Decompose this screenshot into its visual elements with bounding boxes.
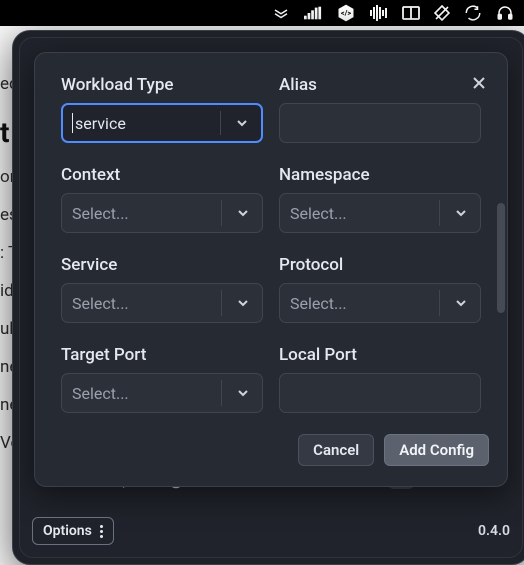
field-target-port: Target Port Select... xyxy=(61,345,263,413)
sound-bars-icon[interactable] xyxy=(370,5,388,21)
field-local-port: Local Port xyxy=(279,345,481,413)
diamond-off-icon[interactable] xyxy=(434,5,450,21)
label-protocol: Protocol xyxy=(279,255,481,275)
badge-icon[interactable] xyxy=(272,4,290,22)
cellular-icon[interactable] xyxy=(304,6,322,20)
field-context: Context Select... xyxy=(61,165,263,233)
label-namespace: Namespace xyxy=(279,165,481,185)
close-icon xyxy=(471,75,487,91)
close-button[interactable] xyxy=(467,71,491,95)
select-protocol[interactable]: Select... xyxy=(279,283,481,323)
select-workload-type[interactable]: service xyxy=(61,103,263,143)
field-namespace: Namespace Select... xyxy=(279,165,481,233)
chevron-down-icon xyxy=(453,205,469,221)
field-protocol: Protocol Select... xyxy=(279,255,481,323)
field-service: Service Select... xyxy=(61,255,263,323)
chevron-down-icon xyxy=(235,385,251,401)
label-service: Service xyxy=(61,255,263,275)
chevron-down-icon xyxy=(453,295,469,311)
select-namespace[interactable]: Select... xyxy=(279,193,481,233)
chevron-down-icon xyxy=(235,295,251,311)
footer-bar: Options 0.4.0 xyxy=(32,517,510,545)
svg-text:</>: </> xyxy=(341,9,352,18)
code-hex-icon[interactable]: </> xyxy=(336,3,356,23)
label-alias: Alias xyxy=(279,75,481,95)
select-context[interactable]: Select... xyxy=(61,193,263,233)
cancel-button[interactable]: Cancel xyxy=(298,434,374,466)
label-target-port: Target Port xyxy=(61,345,263,365)
add-config-modal: Workload Type service Alias xyxy=(34,52,508,487)
sync-icon[interactable] xyxy=(464,4,482,22)
system-menubar: </> xyxy=(0,0,524,26)
input-local-port[interactable] xyxy=(279,373,481,413)
modal-actions: Cancel Add Config xyxy=(35,422,507,486)
label-workload-type: Workload Type xyxy=(61,75,263,95)
add-config-button[interactable]: Add Config xyxy=(384,434,489,466)
label-local-port: Local Port xyxy=(279,345,481,365)
input-alias[interactable] xyxy=(279,103,481,143)
chevron-down-icon xyxy=(234,115,250,131)
headphones-icon[interactable] xyxy=(496,4,514,22)
select-target-port[interactable]: Select... xyxy=(61,373,263,413)
version-label: 0.4.0 xyxy=(478,523,510,539)
field-workload-type: Workload Type service xyxy=(61,75,263,143)
field-alias: Alias xyxy=(279,75,481,143)
chevron-down-icon xyxy=(235,205,251,221)
modal-scrollbar[interactable] xyxy=(497,203,505,313)
select-service[interactable]: Select... xyxy=(61,283,263,323)
more-vertical-icon xyxy=(100,525,103,538)
app-window: es-techlin-prod 19202 Workload Type xyxy=(12,30,524,565)
options-button[interactable]: Options xyxy=(32,517,114,545)
label-context: Context xyxy=(61,165,263,185)
options-button-label: Options xyxy=(43,523,92,539)
layout-icon[interactable] xyxy=(402,6,420,20)
